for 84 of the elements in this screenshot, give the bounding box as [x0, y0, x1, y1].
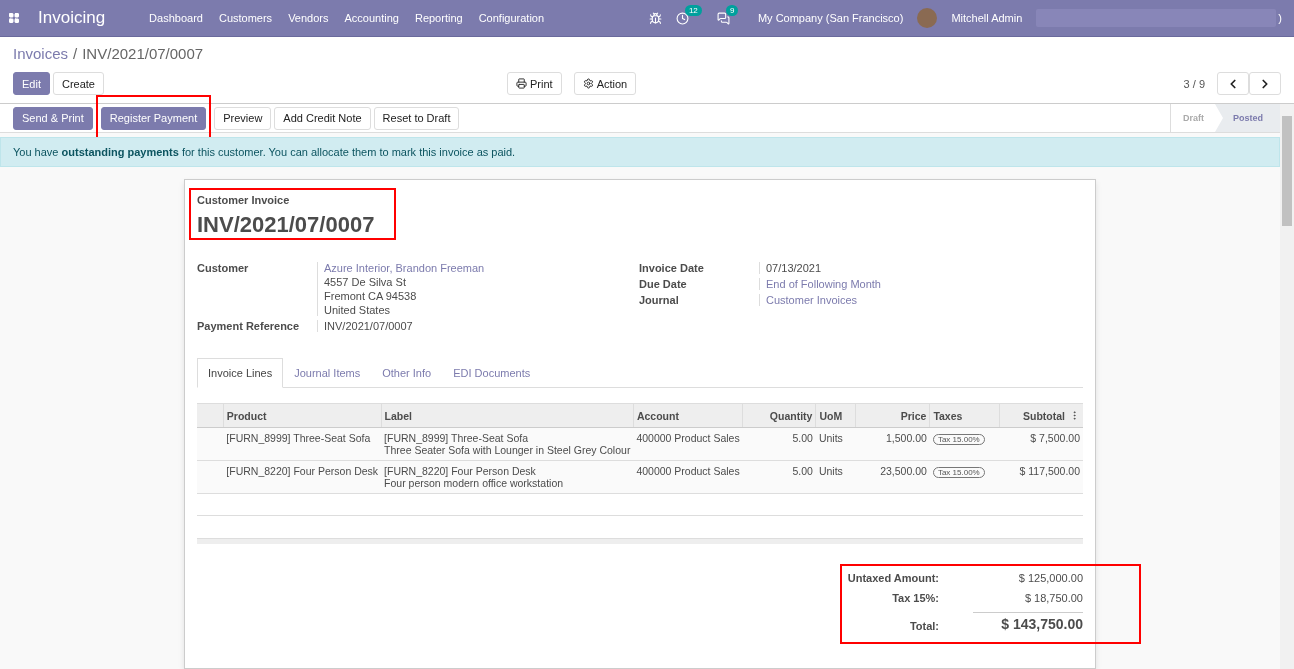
header-button[interactable]: Reset to Draft [373, 106, 460, 130]
field-label: Payment Reference [197, 320, 301, 332]
header-button[interactable]: Preview [214, 106, 272, 130]
notebook-tab[interactable]: Invoice Lines [197, 358, 284, 388]
field-value: 07/13/2021 [766, 262, 823, 274]
column-header[interactable]: Taxes [929, 403, 1000, 428]
table-cell: 1,500.00 [855, 427, 930, 461]
column-header[interactable]: Label [381, 403, 634, 428]
total-label: Tax 15%: [891, 592, 939, 604]
table-cell: $ 117,500.00 [999, 460, 1083, 494]
invoice-type-label: Customer Invoice [197, 194, 291, 206]
field-label: Invoice Date [639, 262, 705, 274]
settings-icon [582, 78, 594, 89]
notebook-tab[interactable]: Other Info [371, 358, 443, 388]
chat-icon[interactable] [716, 11, 730, 25]
invoice-number: INV/2021/07/0007 [197, 212, 375, 238]
table-cell: 400000 Product Sales [633, 427, 743, 461]
previous-button[interactable] [1217, 72, 1249, 95]
grand-total-value: $ 143,750.00 [973, 612, 1083, 632]
total-value: $ 18,750.00 [1023, 592, 1083, 604]
column-header[interactable]: UoM [815, 403, 856, 428]
column-header[interactable]: Account [633, 403, 743, 428]
user-menu-suffix: ) [1278, 12, 1282, 24]
total-value: $ 125,000.00 [1017, 572, 1083, 584]
menu-item[interactable]: Vendors [288, 12, 329, 24]
menu-item[interactable]: Configuration [478, 12, 545, 24]
edit-button[interactable]: Edit [13, 72, 50, 95]
menu-item[interactable]: Dashboard [149, 12, 203, 24]
column-header[interactable]: Price [855, 403, 930, 428]
total-label: Untaxed Amount: [847, 572, 939, 584]
field-link[interactable]: End of Following Month [766, 278, 1083, 290]
printer-icon [516, 78, 527, 89]
header-button[interactable]: Add Credit Note [274, 106, 371, 130]
breadcrumb-current: INV/2021/07/0007 [82, 45, 204, 62]
label-line: [FURN_8999] Three-Seat Sofa [384, 432, 530, 444]
status-step[interactable]: Posted [1215, 104, 1280, 132]
breadcrumb-link[interactable]: Invoices [13, 45, 69, 62]
field-label: Due Date [639, 278, 688, 290]
column-header[interactable]: Quantity [742, 403, 816, 428]
table-cell: $ 7,500.00 [999, 427, 1083, 461]
column-title: Subtotal [1023, 409, 1065, 422]
menu-item[interactable]: Accounting [344, 12, 399, 24]
company-switcher[interactable]: My Company (San Francisco) [757, 12, 904, 24]
scrollbar[interactable] [1280, 104, 1294, 669]
field-label: Journal [639, 294, 680, 306]
clock-icon[interactable] [675, 11, 689, 25]
field-label: Customer [197, 262, 250, 276]
app-name: Invoicing [38, 8, 106, 28]
activity-count-badge: 12 [684, 4, 702, 16]
menu-item[interactable]: Reporting [414, 12, 463, 24]
table-cell: 5.00 [742, 460, 816, 494]
bug-icon[interactable] [648, 11, 662, 25]
breadcrumb-separator: / [73, 45, 78, 62]
notebook-tab[interactable]: Journal Items [283, 358, 372, 388]
print-button[interactable]: Print [507, 72, 562, 95]
create-button[interactable]: Create [52, 72, 104, 95]
action-button[interactable]: Action [573, 72, 637, 95]
alert-message: You have outstanding payments for this customer. You can allocate them to mark this invoice as paid. [13, 146, 516, 158]
table-cell: [FURN_8999] Three-Seat Sofa [223, 427, 382, 461]
column-header[interactable]: Subtotal [999, 403, 1083, 428]
pager-counter: 3 / 9 [1183, 77, 1205, 90]
notebook-tab[interactable]: EDI Documents [442, 358, 542, 388]
total-label: Total: [908, 620, 939, 632]
table-cell: 400000 Product Sales [633, 460, 743, 494]
message-count-badge: 9 [725, 4, 739, 16]
field-value: INV/2021/07/0007 [324, 320, 414, 332]
field-link[interactable]: Customer Invoices [766, 294, 1083, 306]
table-cell: [FURN_8220] Four Person Desk [223, 460, 382, 494]
field-value: Fremont CA 94538 [324, 290, 418, 302]
apps-menu-icon[interactable] [8, 12, 20, 24]
label-line: Four person modern office workstation [384, 477, 565, 489]
field-value: 4557 De Silva St [324, 276, 407, 288]
column-header[interactable]: Product [223, 403, 382, 428]
table-cell: 5.00 [742, 427, 816, 461]
header-button[interactable]: Register Payment [100, 106, 207, 130]
menu-item[interactable]: Customers [218, 12, 273, 24]
next-button[interactable] [1249, 72, 1281, 95]
table-cell: 23,500.00 [855, 460, 930, 494]
label-line: Three Seater Sofa with Lounger in Steel Grey Colour [384, 444, 631, 456]
label-line: [FURN_8220] Four Person Desk [384, 465, 537, 477]
field-value: United States [324, 304, 392, 316]
user-name[interactable]: Mitchell Admin [951, 12, 1023, 24]
header-button[interactable]: Send & Print [13, 106, 93, 130]
field-link[interactable]: Azure Interior, Brandon Freeman [324, 262, 639, 274]
